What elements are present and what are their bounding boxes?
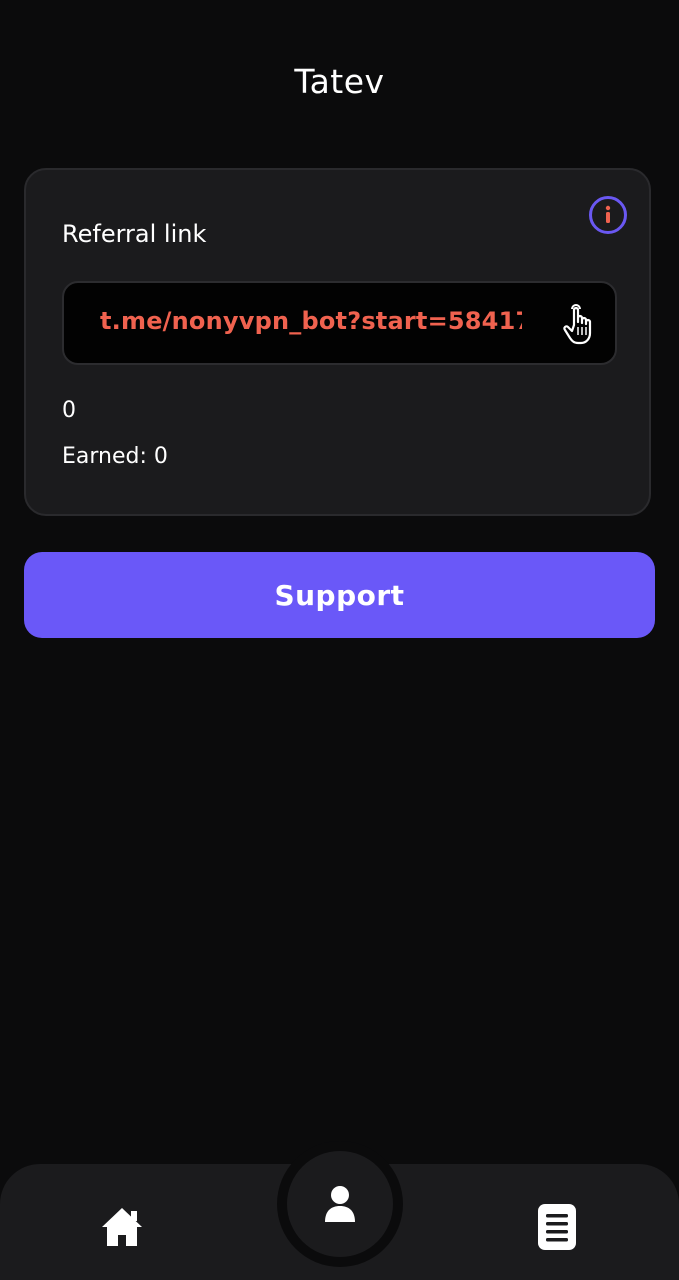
- document-icon[interactable]: [538, 1204, 576, 1250]
- info-icon: [605, 205, 611, 223]
- nav-profile-button[interactable]: [287, 1151, 393, 1257]
- profile-screen: Tatev Referral link t.me/nonyvpn_bot?sta…: [0, 0, 679, 1280]
- info-button[interactable]: [589, 196, 627, 234]
- referral-link-label: Referral link: [62, 220, 207, 248]
- referral-link-text: t.me/nonyvpn_bot?start=584175030: [100, 307, 522, 335]
- pointer-hand-icon[interactable]: [563, 303, 595, 345]
- support-button[interactable]: Support: [24, 552, 655, 638]
- referral-card: Referral link t.me/nonyvpn_bot?start=584…: [24, 168, 651, 516]
- earned-amount: Earned: 0: [62, 444, 168, 469]
- user-icon: [325, 1186, 355, 1222]
- home-icon[interactable]: [100, 1206, 144, 1248]
- page-title: Tatev: [294, 62, 385, 101]
- referral-count: 0: [62, 398, 76, 423]
- referral-link-field[interactable]: t.me/nonyvpn_bot?start=584175030: [62, 281, 617, 365]
